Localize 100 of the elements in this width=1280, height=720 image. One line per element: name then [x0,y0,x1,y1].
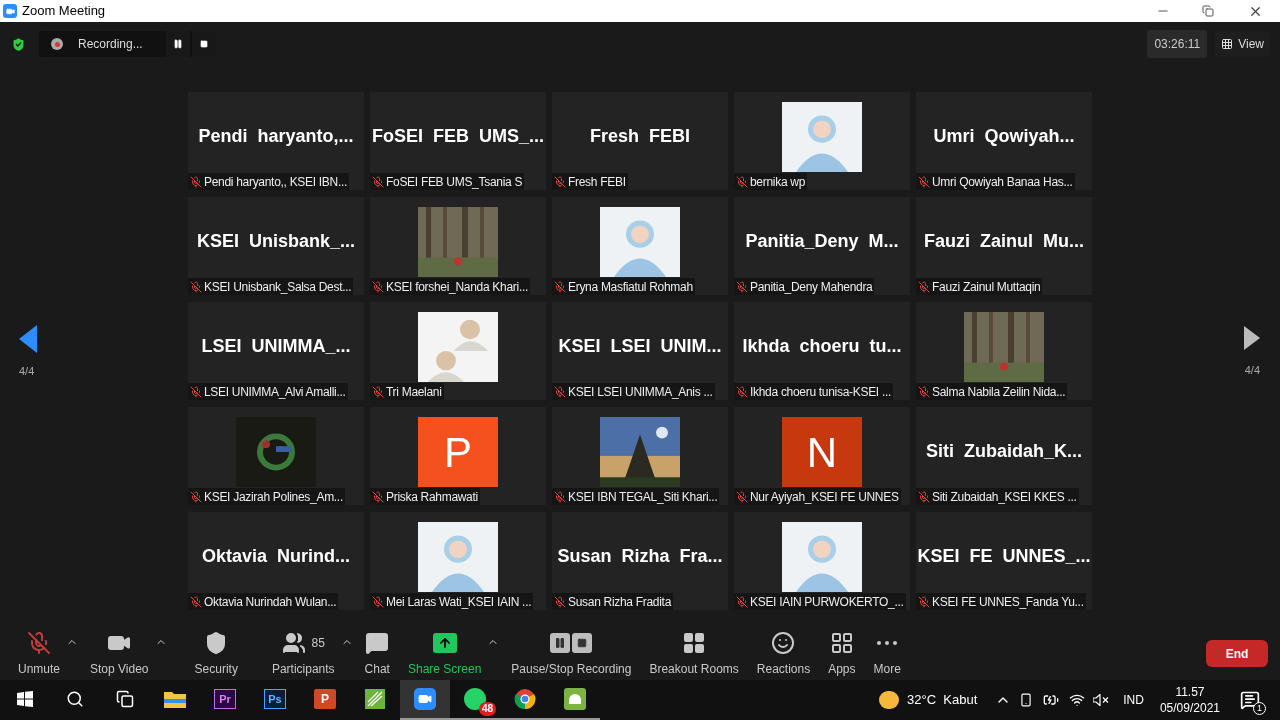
participant-label: Pendi haryanto,, KSEI IBN... [188,173,349,190]
toolbar-button[interactable]: More [867,629,907,678]
participant-label: Tri Maelani [370,383,444,400]
participant-name-large: KSEI Unisbank_... [196,230,355,253]
recording-status: Recording... [78,36,144,53]
toolbar-button[interactable]: Apps [822,629,862,678]
participant-name-large: Fauzi Zainul Mu... [924,230,1084,253]
folder-icon [164,690,186,708]
taskbar-app[interactable]: Ps [250,680,300,720]
participant-label: Priska Rahmawati [370,488,480,505]
participant-label: Salma Nabila Zeilin Nida... [916,383,1068,400]
encryption-shield-icon [10,35,27,53]
grid-icon [1221,38,1234,50]
participant-name-large: LSEI UNIMMA_... [201,335,351,358]
unread-count-badge: 48 [478,702,496,716]
participant-name-large: Siti Zubaidah_K... [926,440,1082,463]
ellipsis-icon [877,640,898,645]
windows-logo-icon [17,691,33,707]
task-view-icon [116,690,134,708]
toolbar-button[interactable]: Stop Video [84,629,155,678]
toolbar-button[interactable]: Security [188,629,244,678]
meeting-timer: 03:26:11 [1147,30,1208,58]
pause-icon [173,39,183,49]
previous-page-arrow[interactable] [19,324,37,353]
participant-name-large: FoSEI FEB UMS_... [372,125,544,148]
weather-icon [879,691,899,709]
toolbar-button[interactable]: Share Screen [401,629,488,678]
toolbar-button[interactable]: Pause/Stop Recording [505,629,638,678]
participant-label: LSEI UNIMMA_Alvi Amalli... [188,383,348,400]
premiere-icon: Pr [214,689,236,709]
next-page-arrow[interactable] [1244,325,1260,350]
participant-label: FoSEI FEB UMS_Tsania S [370,173,525,190]
avatar: N [782,417,862,487]
taskbar-app[interactable]: Pr [200,680,250,720]
participant-label: KSEI Unisbank_Salsa Dest... [188,278,354,295]
avatar: P [418,417,498,487]
view-button[interactable]: View [1215,31,1270,57]
participant-label: bernika wp [734,173,808,190]
participant-label: Susan Rizha Fradita [552,593,674,610]
toolbar-button[interactable]: 85 Participants [265,629,341,678]
participant-label: Nur Ayiyah_KSEI FE UNNES [734,488,901,505]
toolbar-button[interactable]: Chat [358,629,396,678]
language-indicator: IND [1123,692,1144,709]
stop-icon [200,40,208,48]
participant-name-large: Oktavia Nurind... [201,545,350,568]
participant-label: KSEI IAIN PURWOKERTO_... [734,593,906,610]
participant-label: Mei Laras Wati_KSEI IAIN ... [370,593,534,610]
participant-label: KSEI Jazirah Polines_Am... [188,488,345,505]
taskbar-app[interactable]: P [300,680,350,720]
smiley-icon [771,630,796,655]
photoshop-icon: Ps [264,689,286,709]
participant-name-large: KSEI FE UNNES_... [917,545,1091,568]
participant-name-large: Fresh FEBI [590,125,690,148]
participant-label: Umri Qowiyah Banaa Has... [916,173,1075,190]
restore-icon[interactable] [1202,5,1214,17]
pause-stop-icon [550,632,593,653]
participant-name-large: Umri Qowiyah... [933,125,1075,148]
muted-speaker-icon [1093,694,1110,706]
clock-date: 05/09/2021 [1159,700,1220,716]
participant-label: Siti Zubaidah_KSEI KKES ... [916,488,1079,505]
battery-icon [1043,692,1060,708]
grid-icon [682,630,707,655]
clock-time: 11.57 [1175,684,1205,700]
end-meeting-button[interactable]: End [1206,640,1268,667]
participant-name-large: Ikhda choeru tu... [742,335,902,358]
window-title: Zoom Meeting [22,2,106,21]
speech-bubble-icon [365,630,390,655]
participant-label: KSEI LSEI UNIMMA_Anis ... [552,383,715,400]
search-icon [66,690,84,708]
participant-label: Ikhda choeru tunisa-KSEI ... [734,383,893,400]
people-icon [281,630,306,655]
share-screen-icon [432,632,457,653]
participant-label: Fauzi Zainul Muttaqin [916,278,1043,295]
taskbar-app[interactable] [400,680,450,720]
toolbar-button[interactable]: Unmute [12,629,67,678]
notifications-icon[interactable] [1240,690,1260,710]
toolbar-button[interactable]: Reactions [750,629,817,678]
page-indicator: 4/4 [1244,362,1260,378]
participant-label: KSEI FE UNNES_Fanda Yu... [916,593,1086,610]
toolbar-button[interactable]: Breakout Rooms [643,629,745,678]
android-app-icon [564,688,586,710]
taskbar-app[interactable]: 48 [450,680,500,720]
weather-status: 32°C Kabut [907,691,978,710]
page-indicator: 4/4 [19,363,35,379]
zoom-camera-icon [3,4,17,18]
phone-icon [1019,692,1034,708]
participant-label: Oktavia Nurindah Wulan... [188,593,339,610]
wifi-icon [1069,692,1086,708]
participant-label: Eryna Masfiatul Rohmah [552,278,695,295]
zoom-camera-icon [414,688,436,710]
participant-name-large: Pendi haryanto,... [198,125,354,148]
participant-label: Panitia_Deny Mahendra [734,278,875,295]
powerpoint-icon: P [314,689,336,709]
participant-label: KSEI forshei_Nanda Khari... [370,278,530,295]
chrome-icon [514,688,536,710]
muted-microphone-icon [27,630,51,655]
recording-dot-icon [51,38,63,50]
participant-name-large: KSEI LSEI UNIM... [558,335,722,358]
participant-name-large: Panitia_Deny M... [745,230,899,253]
notification-count: 1 [1253,702,1266,715]
